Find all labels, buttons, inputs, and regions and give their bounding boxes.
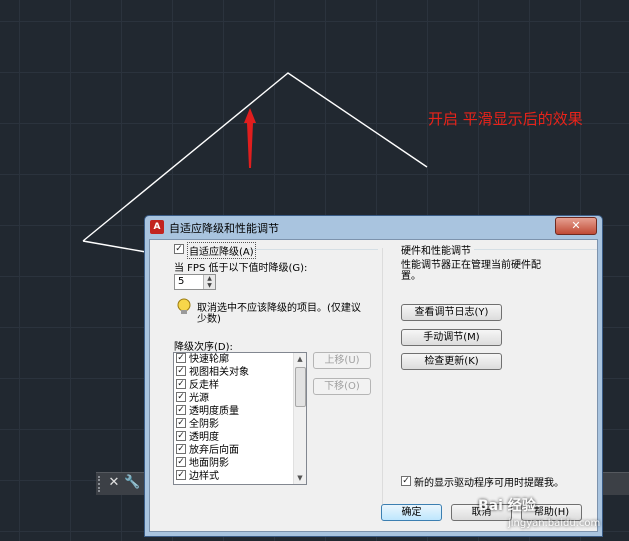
order-label: 降级次序(D): <box>174 342 233 353</box>
list-item-label: 视图相关对象 <box>189 367 249 378</box>
move-up-button[interactable]: 上移(U) <box>313 352 371 369</box>
dialog-client-area: ✓ 自适应降级(A) 当 FPS 低于以下值时降级(G): 5 ▲ ▼ 取消选中… <box>149 239 598 532</box>
tip-text-line2: 少数) <box>197 314 221 325</box>
lightbulb-icon <box>177 298 191 314</box>
fps-spinner[interactable]: 5 ▲ ▼ <box>174 274 216 290</box>
autocad-logo-icon: A <box>150 220 164 234</box>
driver-notify-checkbox[interactable]: ✓ <box>401 476 411 486</box>
hardware-desc-line2: 置。 <box>401 271 421 282</box>
dialog-titlebar[interactable]: A 自适应降级和性能调节 ✕ <box>145 216 602 238</box>
dialog-title: 自适应降级和性能调节 <box>169 222 279 235</box>
list-item-label: 全阴影 <box>189 419 219 430</box>
group-divider <box>474 249 597 250</box>
move-down-button[interactable]: 下移(O) <box>313 378 371 395</box>
column-separator <box>382 248 383 505</box>
list-item-checkbox[interactable]: ✓ <box>176 392 186 402</box>
list-item-checkbox[interactable]: ✓ <box>176 431 186 441</box>
list-item-checkbox[interactable]: ✓ <box>176 470 186 480</box>
list-item-checkbox[interactable]: ✓ <box>176 457 186 467</box>
list-item-checkbox[interactable]: ✓ <box>176 405 186 415</box>
list-item-label: 透明度 <box>189 432 219 443</box>
red-arrow-icon <box>244 108 256 168</box>
watermark-url: jingyan.baidu.com <box>508 518 601 529</box>
spin-down-icon[interactable]: ▼ <box>203 282 215 289</box>
wrench-icon[interactable]: 🔧 <box>124 475 140 491</box>
scroll-up-icon[interactable]: ▲ <box>294 353 306 365</box>
drawn-polygon-lower <box>82 240 147 253</box>
fps-value[interactable]: 5 <box>178 276 184 287</box>
adaptive-checkbox[interactable]: ✓ <box>174 244 184 254</box>
adaptive-checkbox-label[interactable]: 自适应降级(A) <box>187 242 256 259</box>
list-item[interactable]: ✓ 视图相关对象 <box>176 366 249 380</box>
list-item-label: 透明度质量 <box>189 406 239 417</box>
check-updates-button[interactable]: 检查更新(K) <box>401 353 502 370</box>
manual-tune-button[interactable]: 手动调节(M) <box>401 329 502 346</box>
list-scrollbar[interactable]: ▲ ▼ <box>293 353 306 484</box>
list-item-label: 边样式 <box>189 471 219 482</box>
group-divider <box>245 249 378 250</box>
list-item[interactable]: ✓ 边样式 <box>176 470 219 484</box>
hardware-group-title: 硬件和性能调节 <box>401 246 471 257</box>
tip-text-line1: 取消选中不应该降级的项目。(仅建议 <box>197 303 361 314</box>
degradation-order-list[interactable]: ✓ 快速轮廓 ✓ 视图相关对象 ✓ 反走样 ✓ 光源 ✓ 透明度质量 ✓ 全阴影 ✓ 透明度 … <box>173 352 307 485</box>
annotation-text: 开启 平滑显示后的效果 <box>428 110 583 128</box>
list-item-label: 反走样 <box>189 380 219 391</box>
hardware-desc-line1: 性能调节器正在管理当前硬件配 <box>401 260 541 271</box>
list-item-checkbox[interactable]: ✓ <box>176 379 186 389</box>
driver-notify-label[interactable]: 新的显示驱动程序可用时提醒我。 <box>414 474 564 489</box>
close-icon[interactable]: ✕ <box>106 475 122 491</box>
fps-label: 当 FPS 低于以下值时降级(G): <box>174 263 308 274</box>
list-item-label: 地面阴影 <box>189 458 229 469</box>
scroll-down-icon[interactable]: ▼ <box>294 472 306 484</box>
adaptive-degradation-dialog: A 自适应降级和性能调节 ✕ ✓ 自适应降级(A) 当 FPS 低于以下值时降级… <box>144 215 603 537</box>
list-item-checkbox[interactable]: ✓ <box>176 353 186 363</box>
baidu-watermark: Bai 经验 jingyan.baidu.com <box>478 495 600 529</box>
list-item-label: 快速轮廓 <box>189 354 229 365</box>
list-item-label: 光源 <box>189 393 209 404</box>
scroll-thumb[interactable] <box>295 367 306 407</box>
list-item-label: 放弃后向面 <box>189 445 239 456</box>
list-item-checkbox[interactable]: ✓ <box>176 418 186 428</box>
close-button[interactable]: ✕ <box>555 217 597 235</box>
view-tuning-log-button[interactable]: 查看调节日志(Y) <box>401 304 502 321</box>
list-item-checkbox[interactable]: ✓ <box>176 366 186 376</box>
watermark-brand: Bai 经验 <box>478 498 536 514</box>
ok-button[interactable]: 确定 <box>381 504 442 521</box>
spin-up-icon[interactable]: ▲ <box>203 275 215 282</box>
grip-handle[interactable] <box>98 476 104 492</box>
list-item-checkbox[interactable]: ✓ <box>176 444 186 454</box>
